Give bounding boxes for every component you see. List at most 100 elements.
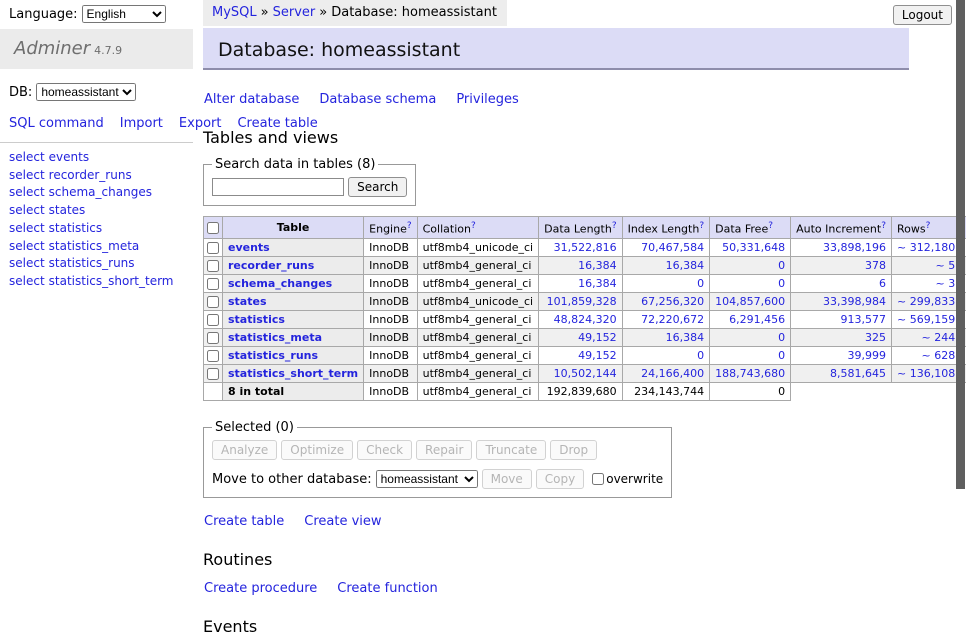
overwrite-checkbox[interactable] <box>592 473 604 485</box>
search-input[interactable] <box>212 178 344 196</box>
select-link-statistics[interactable]: select <box>9 221 45 235</box>
table-link-schema-changes[interactable]: schema_changes <box>49 185 152 199</box>
data-length-link[interactable]: 16,384 <box>578 259 617 272</box>
table-name-link-statistics-meta[interactable]: statistics_meta <box>228 331 322 344</box>
drop-button[interactable]: Drop <box>550 440 597 460</box>
repair-button[interactable]: Repair <box>416 440 472 460</box>
auto-increment-link[interactable]: 33,898,196 <box>823 241 886 254</box>
sidebar-link-import[interactable]: Import <box>120 116 163 131</box>
rows-link[interactable]: ~ 136,108 <box>897 367 955 380</box>
truncate-button[interactable]: Truncate <box>476 440 546 460</box>
data-free-link[interactable]: 104,857,600 <box>715 295 785 308</box>
copy-button[interactable]: Copy <box>536 469 584 489</box>
help-link[interactable]: ? <box>768 221 773 231</box>
index-length-link[interactable]: 0 <box>697 349 704 362</box>
table-name-link-states[interactable]: states <box>228 295 267 308</box>
table-name-link-recorder-runs[interactable]: recorder_runs <box>228 259 314 272</box>
row-checkbox[interactable] <box>207 314 219 326</box>
table-name-link-schema-changes[interactable]: schema_changes <box>228 277 332 290</box>
select-all-checkbox[interactable] <box>207 222 219 234</box>
routine-link-create-function[interactable]: Create function <box>337 581 437 596</box>
table-link-statistics-runs[interactable]: statistics_runs <box>49 256 135 270</box>
table-link-statistics-short-term[interactable]: statistics_short_term <box>49 274 174 288</box>
rows-link[interactable]: ~ 299,833 <box>897 295 955 308</box>
action-link-privileges[interactable]: Privileges <box>456 92 519 107</box>
index-length-link[interactable]: 67,256,320 <box>641 295 704 308</box>
table-name-link-statistics-runs[interactable]: statistics_runs <box>228 349 318 362</box>
auto-increment-link[interactable]: 325 <box>865 331 886 344</box>
data-free-link[interactable]: 0 <box>778 277 785 290</box>
auto-increment-link[interactable]: 33,398,984 <box>823 295 886 308</box>
row-checkbox[interactable] <box>207 278 219 290</box>
select-link-events[interactable]: select <box>9 150 45 164</box>
action-link-alter-database[interactable]: Alter database <box>204 92 299 107</box>
rows-link[interactable]: ~ 3 <box>935 277 955 290</box>
table-name-link-events[interactable]: events <box>228 241 270 254</box>
move-button[interactable]: Move <box>482 469 532 489</box>
scrollbar-track[interactable] <box>956 0 965 543</box>
select-link-statistics-meta[interactable]: select <box>9 239 45 253</box>
create-link-create-table[interactable]: Create table <box>204 514 284 529</box>
data-free-link[interactable]: 50,331,648 <box>722 241 785 254</box>
search-button[interactable]: Search <box>348 177 407 197</box>
select-link-recorder-runs[interactable]: select <box>9 168 45 182</box>
table-name-link-statistics[interactable]: statistics <box>228 313 285 326</box>
select-link-schema-changes[interactable]: select <box>9 185 45 199</box>
index-length-link[interactable]: 16,384 <box>666 331 705 344</box>
rows-link[interactable]: ~ 312,180 <box>897 241 955 254</box>
auto-increment-link[interactable]: 8,581,645 <box>830 367 886 380</box>
breadcrumb-link-server[interactable]: Server <box>273 5 316 20</box>
index-length-link[interactable]: 16,384 <box>666 259 705 272</box>
table-link-events[interactable]: events <box>49 150 89 164</box>
select-link-statistics-runs[interactable]: select <box>9 256 45 270</box>
rows-link[interactable]: ~ 5 <box>935 259 955 272</box>
data-free-link[interactable]: 0 <box>778 349 785 362</box>
language-select[interactable]: English <box>82 5 166 23</box>
data-length-link[interactable]: 16,384 <box>578 277 617 290</box>
routine-link-create-procedure[interactable]: Create procedure <box>204 581 317 596</box>
db-select[interactable]: homeassistant <box>36 83 136 101</box>
auto-increment-link[interactable]: 913,577 <box>841 313 887 326</box>
index-length-link[interactable]: 24,166,400 <box>641 367 704 380</box>
row-checkbox[interactable] <box>207 350 219 362</box>
data-free-link[interactable]: 188,743,680 <box>715 367 785 380</box>
data-free-link[interactable]: 6,291,456 <box>729 313 785 326</box>
check-button[interactable]: Check <box>357 440 412 460</box>
auto-increment-link[interactable]: 39,999 <box>848 349 887 362</box>
help-link[interactable]: ? <box>926 221 931 231</box>
auto-increment-link[interactable]: 6 <box>879 277 886 290</box>
table-link-states[interactable]: states <box>49 203 86 217</box>
help-link[interactable]: ? <box>881 221 886 231</box>
data-free-link[interactable]: 0 <box>778 259 785 272</box>
sidebar-link-sql-command[interactable]: SQL command <box>9 116 104 131</box>
select-link-statistics-short-term[interactable]: select <box>9 274 45 288</box>
table-link-statistics-meta[interactable]: statistics_meta <box>49 239 140 253</box>
row-checkbox[interactable] <box>207 242 219 254</box>
rows-link[interactable]: ~ 628 <box>921 349 955 362</box>
scrollbar-thumb[interactable] <box>956 0 965 489</box>
action-link-database-schema[interactable]: Database schema <box>319 92 436 107</box>
analyze-button[interactable]: Analyze <box>212 440 277 460</box>
index-length-link[interactable]: 72,220,672 <box>641 313 704 326</box>
row-checkbox[interactable] <box>207 332 219 344</box>
data-length-link[interactable]: 49,152 <box>578 331 617 344</box>
data-length-link[interactable]: 31,522,816 <box>554 241 617 254</box>
rows-link[interactable]: ~ 244 <box>921 331 955 344</box>
data-length-link[interactable]: 101,859,328 <box>547 295 617 308</box>
help-link[interactable]: ? <box>699 221 704 231</box>
index-length-link[interactable]: 0 <box>697 277 704 290</box>
row-checkbox[interactable] <box>207 368 219 380</box>
create-link-create-view[interactable]: Create view <box>304 514 381 529</box>
logout-button[interactable]: Logout <box>893 5 952 25</box>
move-db-select[interactable]: homeassistant <box>376 470 478 488</box>
data-length-link[interactable]: 49,152 <box>578 349 617 362</box>
help-link[interactable]: ? <box>471 221 476 231</box>
data-length-link[interactable]: 48,824,320 <box>554 313 617 326</box>
table-link-recorder-runs[interactable]: recorder_runs <box>49 168 132 182</box>
row-checkbox[interactable] <box>207 296 219 308</box>
rows-link[interactable]: ~ 569,159 <box>897 313 955 326</box>
index-length-link[interactable]: 70,467,584 <box>641 241 704 254</box>
app-logo-link[interactable]: Adminer <box>14 38 90 59</box>
select-link-states[interactable]: select <box>9 203 45 217</box>
breadcrumb-link-mysql[interactable]: MySQL <box>212 5 257 20</box>
